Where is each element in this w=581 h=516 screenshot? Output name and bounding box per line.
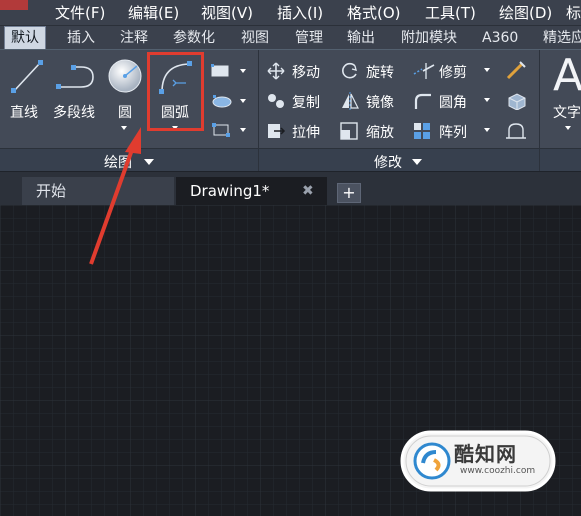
watermark-text: 酷知网 (454, 442, 517, 466)
watermark: 酷知网 www.coozhi.com (400, 430, 556, 492)
watermark-url: www.coozhi.com (460, 466, 536, 476)
